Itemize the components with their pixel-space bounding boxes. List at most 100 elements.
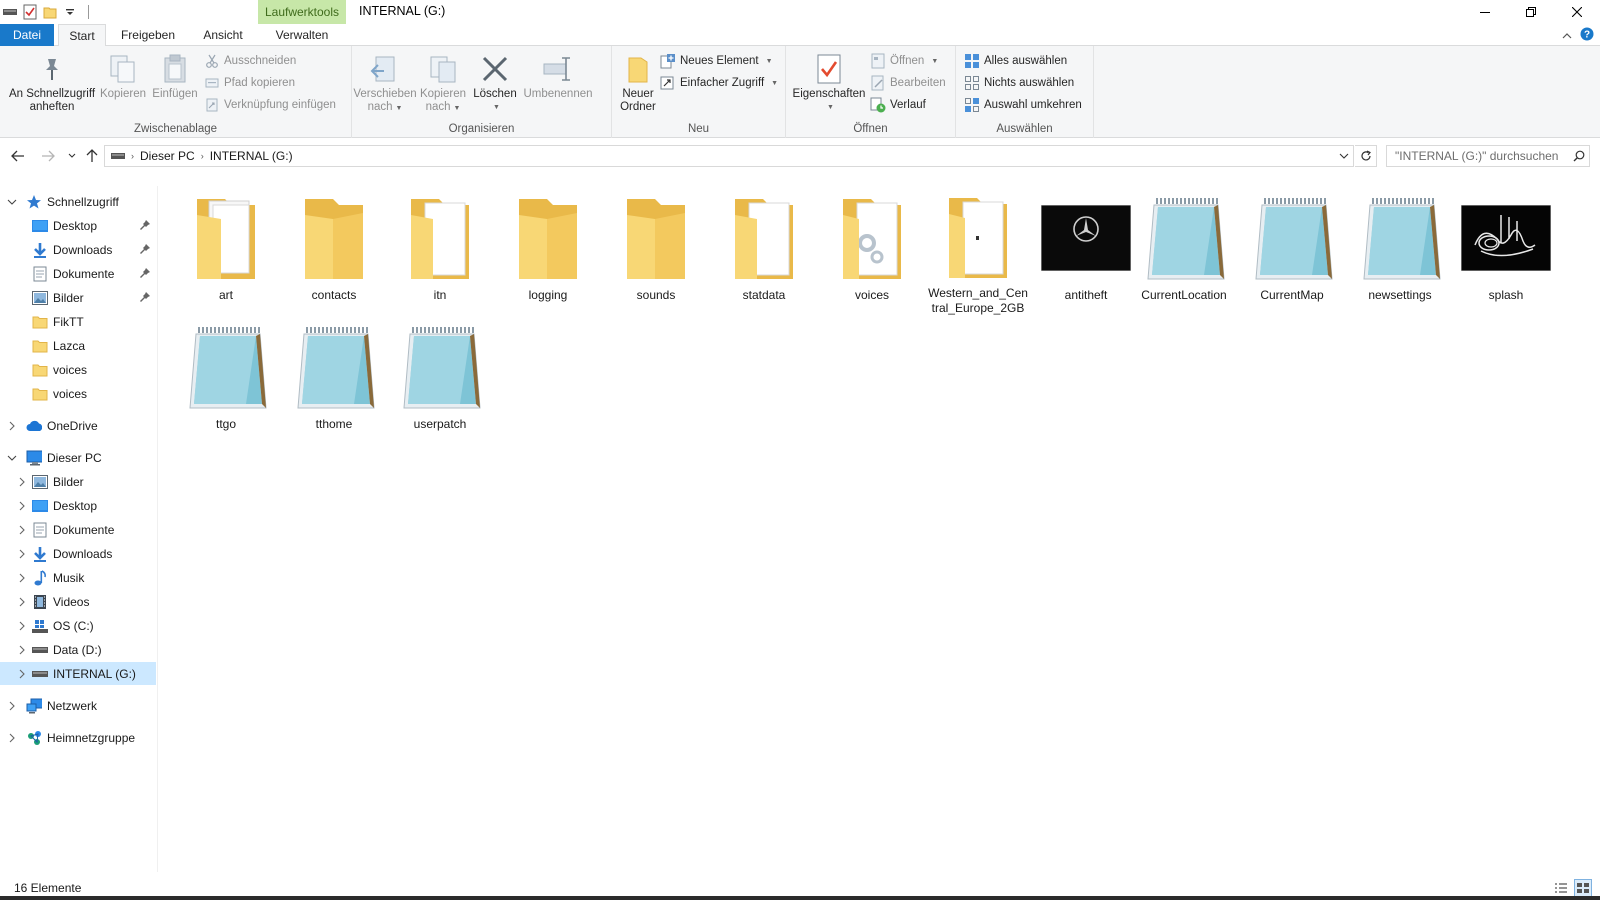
- copy-button[interactable]: Kopieren: [98, 52, 148, 101]
- nav-quick-bilder[interactable]: Bilder: [0, 286, 156, 309]
- file-logging[interactable]: logging: [496, 190, 600, 316]
- address-dropdown-icon[interactable]: [1337, 149, 1351, 163]
- chevron-right-icon[interactable]: [6, 732, 18, 744]
- invert-selection-button[interactable]: Auswahl umkehren: [964, 95, 1082, 115]
- properties-button[interactable]: Eigenschaften ▼: [790, 52, 868, 114]
- breadcrumb-dieser-pc[interactable]: Dieser PC: [136, 149, 199, 163]
- file-antitheft[interactable]: antitheft: [1034, 190, 1138, 316]
- file-userpatch[interactable]: userpatch: [388, 319, 492, 445]
- forward-arrow-icon[interactable]: [40, 148, 56, 164]
- copy-to-button[interactable]: Kopieren nach ▼: [416, 52, 470, 115]
- tab-start[interactable]: Start: [58, 24, 106, 47]
- breadcrumb-internal-g[interactable]: INTERNAL (G:): [206, 149, 297, 163]
- nav-quick-voices-2[interactable]: voices: [0, 382, 156, 405]
- customize-qat-icon[interactable]: [62, 4, 78, 20]
- pin-quick-access-button[interactable]: An Schnellzugriff anheften: [6, 52, 98, 114]
- address-bar[interactable]: › Dieser PC › INTERNAL (G:): [104, 145, 1354, 167]
- chevron-right-icon[interactable]: [16, 596, 28, 608]
- edit-button[interactable]: Bearbeiten: [870, 73, 946, 93]
- select-none-button[interactable]: Nichts auswählen: [964, 73, 1074, 93]
- nav-heimnetzgruppe[interactable]: Heimnetzgruppe: [0, 726, 156, 749]
- close-button[interactable]: [1554, 0, 1600, 24]
- file-newsettings[interactable]: newsettings: [1348, 190, 1452, 316]
- new-folder-button[interactable]: Neuer Ordner: [616, 52, 660, 114]
- open-button[interactable]: Öffnen ▼: [870, 51, 938, 71]
- file-itn[interactable]: itn: [388, 190, 492, 316]
- nav-quick-downloads[interactable]: Downloads: [0, 238, 156, 261]
- copy-path-button[interactable]: Pfad kopieren: [204, 73, 295, 93]
- search-icon[interactable]: [1569, 146, 1589, 166]
- delete-button[interactable]: Löschen ▼: [472, 52, 518, 114]
- nav-schnellzugriff[interactable]: Schnellzugriff: [0, 190, 156, 213]
- tab-verwalten[interactable]: Verwalten: [260, 24, 344, 46]
- chevron-down-icon[interactable]: [6, 196, 18, 208]
- file-currentlocation[interactable]: CurrentLocation: [1132, 190, 1236, 316]
- chevron-right-icon[interactable]: [16, 620, 28, 632]
- chevron-right-icon[interactable]: [16, 668, 28, 680]
- tab-datei[interactable]: Datei: [0, 24, 54, 46]
- breadcrumb-separator[interactable]: ›: [129, 151, 136, 161]
- nav-onedrive[interactable]: OneDrive: [0, 414, 156, 437]
- nav-quick-fiktt[interactable]: FikTT: [0, 310, 156, 333]
- file-splash[interactable]: splash: [1454, 190, 1558, 316]
- file-sounds[interactable]: sounds: [604, 190, 708, 316]
- collapse-ribbon-icon[interactable]: [1562, 29, 1572, 43]
- chevron-right-icon[interactable]: [16, 500, 28, 512]
- rename-button[interactable]: Umbenennen: [518, 52, 598, 101]
- pin-icon[interactable]: [140, 292, 150, 302]
- nav-quick-desktop[interactable]: Desktop: [0, 214, 156, 237]
- pin-icon[interactable]: [140, 220, 150, 230]
- tab-ansicht[interactable]: Ansicht: [193, 24, 253, 46]
- nav-pc-dokumente[interactable]: Dokumente: [0, 518, 156, 541]
- nav-pc-os-c[interactable]: OS (C:): [0, 614, 156, 637]
- nav-quick-dokumente[interactable]: Dokumente: [0, 262, 156, 285]
- pin-icon[interactable]: [140, 244, 150, 254]
- chevron-down-icon[interactable]: [6, 452, 18, 464]
- move-to-button[interactable]: Verschieben nach ▼: [353, 52, 417, 115]
- select-all-button[interactable]: Alles auswählen: [964, 51, 1067, 71]
- nav-pc-musik[interactable]: Musik: [0, 566, 156, 589]
- file-western-and-central-europe-2gb[interactable]: Western_and_Central_Europe_2GB: [926, 190, 1030, 316]
- nav-quick-lazca[interactable]: Lazca: [0, 334, 156, 357]
- paste-shortcut-button[interactable]: Verknüpfung einfügen: [204, 95, 336, 115]
- paste-button[interactable]: Einfügen: [148, 52, 202, 101]
- nav-pc-downloads[interactable]: Downloads: [0, 542, 156, 565]
- nav-pc-videos[interactable]: Videos: [0, 590, 156, 613]
- nav-dieser-pc[interactable]: Dieser PC: [0, 446, 156, 469]
- help-icon[interactable]: ?: [1580, 27, 1594, 44]
- chevron-right-icon[interactable]: [6, 420, 18, 432]
- chevron-right-icon[interactable]: [16, 548, 28, 560]
- breadcrumb-separator[interactable]: ›: [199, 151, 206, 161]
- large-icons-view-icon[interactable]: [1574, 879, 1592, 897]
- new-folder-icon[interactable]: [42, 4, 58, 20]
- history-button[interactable]: Verlauf: [870, 95, 926, 115]
- restore-button[interactable]: [1508, 0, 1554, 24]
- refresh-button[interactable]: [1355, 145, 1377, 167]
- minimize-button[interactable]: [1462, 0, 1508, 24]
- file-tthome[interactable]: tthome: [282, 319, 386, 445]
- drive-icon[interactable]: [2, 4, 18, 20]
- up-arrow-icon[interactable]: [84, 148, 100, 164]
- nav-pc-internal-g[interactable]: INTERNAL (G:): [0, 662, 156, 685]
- chevron-right-icon[interactable]: [16, 524, 28, 536]
- pin-icon[interactable]: [140, 268, 150, 278]
- nav-pc-data-d[interactable]: Data (D:): [0, 638, 156, 661]
- tab-freigeben[interactable]: Freigeben: [113, 24, 183, 46]
- back-arrow-icon[interactable]: [10, 148, 26, 164]
- properties-icon[interactable]: [22, 4, 38, 20]
- file-statdata[interactable]: statdata: [712, 190, 816, 316]
- new-item-button[interactable]: Neues Element ▼: [660, 51, 773, 71]
- file-currentmap[interactable]: CurrentMap: [1240, 190, 1344, 316]
- search-input[interactable]: "INTERNAL (G:)" durchsuchen: [1395, 149, 1569, 163]
- file-art[interactable]: art: [174, 190, 278, 316]
- cut-button[interactable]: Ausschneiden: [204, 51, 296, 71]
- nav-pc-desktop[interactable]: Desktop: [0, 494, 156, 517]
- file-voices[interactable]: voices: [820, 190, 924, 316]
- nav-netzwerk[interactable]: Netzwerk: [0, 694, 156, 717]
- chevron-right-icon[interactable]: [16, 644, 28, 656]
- chevron-right-icon[interactable]: [16, 476, 28, 488]
- file-ttgo[interactable]: ttgo: [174, 319, 278, 445]
- nav-quick-voices[interactable]: voices: [0, 358, 156, 381]
- details-view-icon[interactable]: [1552, 879, 1570, 897]
- search-box[interactable]: "INTERNAL (G:)" durchsuchen: [1386, 145, 1590, 167]
